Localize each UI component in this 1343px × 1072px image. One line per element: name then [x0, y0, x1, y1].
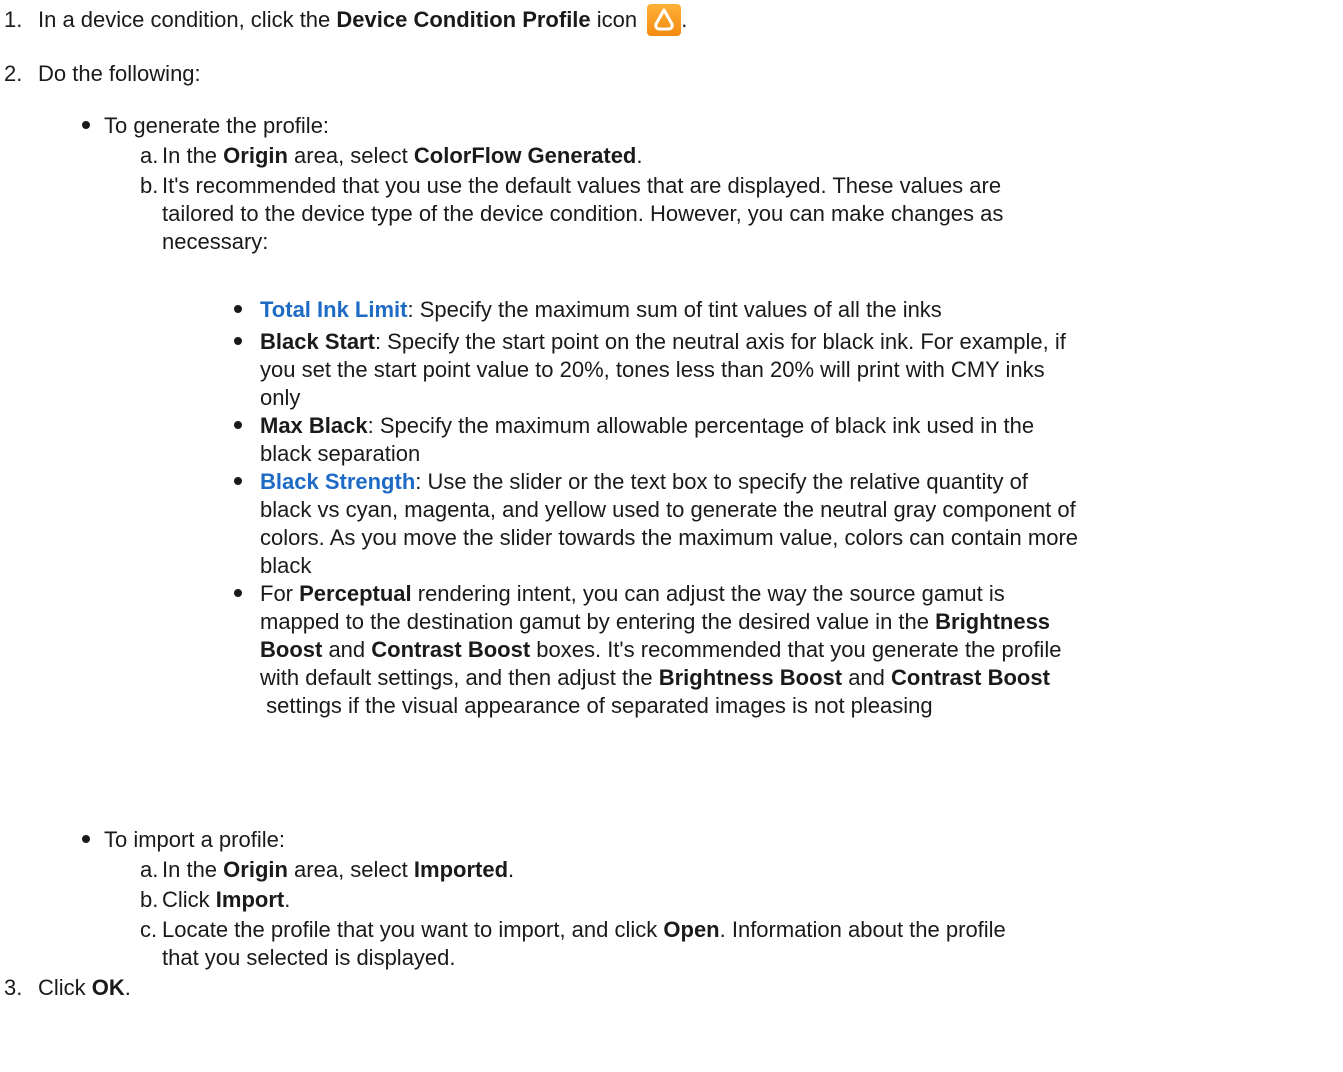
step-3: 3. Click OK.	[4, 975, 131, 1000]
generate-step-a: a. In the Origin area, select ColorFlow …	[140, 143, 643, 168]
bullet-dot	[234, 305, 242, 313]
item-black-strength: Black Strength: Use the slider or the te…	[234, 468, 1330, 580]
import-step-c: c. Locate the profile that you want to i…	[140, 917, 1006, 970]
bullet-dot	[234, 589, 242, 597]
item-total-ink-limit: Total Ink Limit: Specify the maximum sum…	[234, 296, 1330, 324]
item-perceptual: For Perceptual rendering intent, you can…	[234, 580, 1330, 720]
step-number: 2.	[4, 61, 23, 86]
black-strength-link[interactable]: Black Strength	[260, 469, 415, 494]
step-2: 2. Do the following:	[4, 61, 201, 86]
step-number: 1.	[4, 7, 23, 32]
bullet-dot	[234, 421, 242, 429]
item-max-black: Max Black: Specify the maximum allowable…	[234, 412, 1330, 468]
import-step-a: a. In the Origin area, select Imported.	[140, 857, 515, 882]
step-1: 1. In a device condition, click the Devic…	[4, 4, 687, 36]
bullet-dot	[82, 835, 90, 843]
step-number: 3.	[4, 975, 23, 1000]
bullet-import: To import a profile:	[82, 826, 285, 854]
bullet-generate: To generate the profile:	[82, 112, 329, 140]
device-condition-profile-icon	[647, 4, 682, 36]
bullet-dot	[234, 337, 242, 345]
generate-step-b: b. It's recommended that you use the def…	[140, 173, 1004, 254]
bullet-dot	[234, 477, 242, 485]
total-ink-limit-link[interactable]: Total Ink Limit	[260, 297, 407, 322]
item-black-start: Black Start: Specify the start point on …	[234, 328, 1330, 412]
bullet-dot	[82, 121, 90, 129]
import-step-b: b. Click Import.	[140, 887, 291, 912]
